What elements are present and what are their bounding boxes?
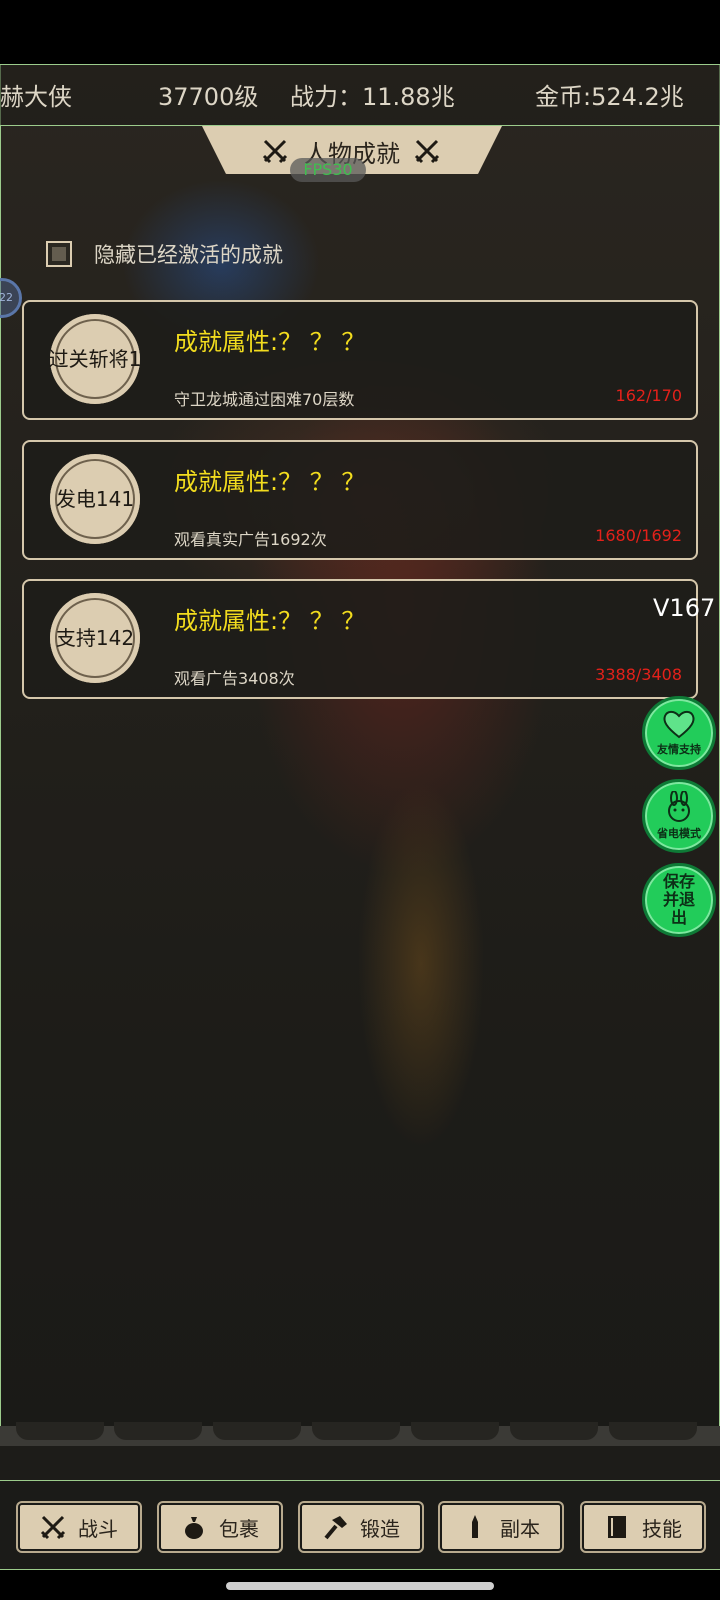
hammer-icon bbox=[324, 1516, 347, 1540]
bottom-nav: 战斗 包裹 锻造 副本 技能 bbox=[0, 1480, 720, 1570]
quick-slot[interactable] bbox=[213, 1422, 301, 1440]
quick-slot[interactable] bbox=[411, 1422, 499, 1440]
achievement-badge-label: 过关斩将1 bbox=[48, 347, 142, 371]
version-label: V167 bbox=[653, 594, 716, 622]
achievement-desc: 观看真实广告1692次 bbox=[174, 530, 327, 549]
achievement-badge: 发电141 bbox=[50, 454, 140, 544]
bag-icon bbox=[185, 1517, 203, 1539]
achievement-card[interactable]: 支持142 成就属性:？ ？ ？ 观看广告3408次 3388/3408 bbox=[22, 579, 698, 699]
power-save-label: 省电模式 bbox=[657, 827, 701, 840]
quick-slot[interactable] bbox=[609, 1422, 697, 1440]
quick-slot-strip bbox=[0, 1422, 720, 1446]
crossed-swords-icon bbox=[40, 1515, 66, 1540]
achievement-progress: 1680/1692 bbox=[595, 526, 682, 545]
save-exit-label: 保存并退出 bbox=[662, 872, 695, 927]
fps-counter: FPS30 bbox=[290, 158, 366, 182]
nav-bag-button[interactable]: 包裹 bbox=[159, 1503, 281, 1551]
nav-forge-label: 锻造 bbox=[360, 1516, 400, 1541]
nav-skill-button[interactable]: 技能 bbox=[582, 1503, 704, 1551]
quick-slot[interactable] bbox=[114, 1422, 202, 1440]
achievement-attr: 成就属性:？ ？ ？ bbox=[174, 468, 366, 496]
book-icon bbox=[608, 1516, 626, 1538]
support-button[interactable]: 友情支持 bbox=[642, 696, 716, 770]
player-name: 赫大侠 bbox=[0, 83, 72, 111]
nav-forge-button[interactable]: 锻造 bbox=[300, 1503, 422, 1551]
status-bar bbox=[0, 0, 720, 64]
heart-icon bbox=[663, 710, 695, 739]
power-save-button[interactable]: 省电模式 bbox=[642, 779, 716, 853]
crossed-swords-icon bbox=[414, 139, 440, 164]
tower-icon bbox=[472, 1515, 478, 1538]
hide-activated-label: 隐藏已经激活的成就 bbox=[94, 243, 283, 267]
player-level: 37700级 bbox=[158, 83, 259, 111]
game-background bbox=[0, 64, 720, 1480]
nav-dungeon-label: 副本 bbox=[500, 1516, 540, 1541]
home-indicator[interactable] bbox=[226, 1582, 494, 1590]
nav-battle-label: 战斗 bbox=[78, 1516, 118, 1541]
quick-slot[interactable] bbox=[16, 1422, 104, 1440]
achievement-desc: 守卫龙城通过困难70层数 bbox=[174, 390, 355, 409]
nav-battle-button[interactable]: 战斗 bbox=[18, 1503, 140, 1551]
nav-dungeon-button[interactable]: 副本 bbox=[440, 1503, 562, 1551]
player-info-bar: 赫大侠 37700级 战力：11.88兆 金币:524.2兆 bbox=[0, 64, 720, 126]
achievement-progress: 3388/3408 bbox=[595, 665, 682, 684]
quick-slot[interactable] bbox=[510, 1422, 598, 1440]
achievement-badge: 支持142 bbox=[50, 593, 140, 683]
player-gold: 金币:524.2兆 bbox=[535, 83, 684, 111]
achievement-card[interactable]: 发电141 成就属性:？ ？ ？ 观看真实广告1692次 1680/1692 bbox=[22, 440, 698, 560]
nav-bag-label: 包裹 bbox=[219, 1516, 259, 1541]
hide-activated-checkbox[interactable] bbox=[46, 241, 72, 267]
achievement-desc: 观看广告3408次 bbox=[174, 669, 295, 688]
achievement-card[interactable]: 过关斩将1 成就属性:？ ？ ？ 守卫龙城通过困难70层数 162/170 bbox=[22, 300, 698, 420]
achievement-badge-label: 支持142 bbox=[55, 626, 135, 650]
nav-skill-label: 技能 bbox=[642, 1516, 682, 1541]
achievement-attr: 成就属性:？ ？ ？ bbox=[174, 607, 366, 635]
rabbit-icon bbox=[668, 791, 690, 822]
achievement-badge: 过关斩将1 bbox=[49, 314, 141, 404]
achievement-attr: 成就属性:？ ？ ？ bbox=[174, 328, 366, 356]
save-exit-button[interactable]: 保存并退出 bbox=[642, 863, 716, 937]
hide-activated-toggle[interactable]: 隐藏已经激活的成就 bbox=[46, 238, 283, 270]
strip-gap bbox=[0, 1446, 720, 1480]
player-power: 战力：11.88兆 bbox=[290, 83, 455, 111]
achievement-progress: 162/170 bbox=[615, 386, 682, 405]
quick-slot[interactable] bbox=[312, 1422, 400, 1440]
achievement-badge-label: 发电141 bbox=[55, 487, 135, 511]
support-label: 友情支持 bbox=[657, 743, 701, 756]
